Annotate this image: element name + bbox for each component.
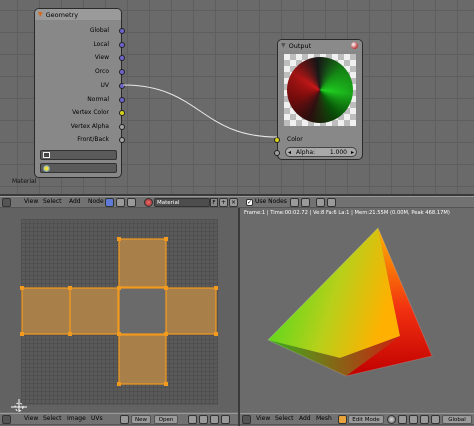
menu-uvs[interactable]: UVs <box>91 415 103 422</box>
mode-selector[interactable]: Edit Mode <box>348 415 384 424</box>
open-image-button[interactable]: Open <box>154 415 178 424</box>
rotate-icon[interactable] <box>431 415 440 424</box>
3d-viewport-header: View Select Add Mesh Edit Mode Global <box>240 413 474 425</box>
manipulator-icon[interactable] <box>409 415 418 424</box>
uv-sync-icon[interactable] <box>199 415 208 424</box>
material-browse-icon[interactable] <box>144 198 153 207</box>
uv-editor-header: View Select Image UVs New Open <box>0 413 238 425</box>
menu-view[interactable]: View <box>256 415 270 422</box>
menu-select[interactable]: Select <box>43 415 62 422</box>
uv-face-bottom[interactable] <box>118 334 167 385</box>
snap-icon[interactable] <box>290 198 299 207</box>
paste-icon[interactable] <box>327 198 336 207</box>
snap-mode-icon[interactable] <box>301 198 310 207</box>
menu-select[interactable]: Select <box>43 198 62 205</box>
pivot-point-icon[interactable] <box>398 415 407 424</box>
new-image-button[interactable]: New <box>131 415 151 424</box>
mode-icon[interactable] <box>338 415 347 424</box>
fake-user-button[interactable]: F <box>210 198 218 207</box>
uv-face-top[interactable] <box>118 238 167 288</box>
3d-viewport[interactable]: Frame:1 | Time:00:02.72 | Ve:8 Fa:6 La:1… <box>240 208 474 412</box>
menu-add[interactable]: Add <box>299 415 311 422</box>
menu-view[interactable]: View <box>24 415 38 422</box>
uv-layout[interactable] <box>0 208 238 412</box>
menu-node[interactable]: Node <box>88 198 104 205</box>
node-link-uv-to-color[interactable] <box>0 0 474 194</box>
uv-editor-canvas[interactable] <box>0 208 238 412</box>
add-material-icon[interactable]: + <box>219 198 228 207</box>
image-browse-icon[interactable] <box>120 415 129 424</box>
menu-mesh[interactable]: Mesh <box>316 415 332 422</box>
texture-nodes-icon[interactable] <box>116 198 125 207</box>
shader-nodes-icon[interactable] <box>105 198 114 207</box>
menu-image[interactable]: Image <box>67 415 86 422</box>
transform-orientation-selector[interactable]: Global <box>442 415 472 424</box>
uv-face-center[interactable] <box>118 287 167 335</box>
node-editor-header: View Select Add Node Material F + × ✓ Us… <box>0 196 474 208</box>
menu-select[interactable]: Select <box>275 415 294 422</box>
material-name-field[interactable]: Material <box>154 198 210 207</box>
uv-face-left[interactable] <box>21 287 71 335</box>
menu-add[interactable]: Add <box>69 198 81 205</box>
compositing-nodes-icon[interactable] <box>127 198 136 207</box>
translate-icon[interactable] <box>420 415 429 424</box>
uv-select-mode-icon[interactable] <box>210 415 219 424</box>
use-nodes-checkbox-icon[interactable]: ✓ <box>246 199 253 206</box>
sticky-select-icon[interactable] <box>221 415 230 424</box>
editor-type-icon[interactable] <box>2 415 11 424</box>
viewport-shading-icon[interactable] <box>387 415 396 424</box>
cube-face-left[interactable] <box>268 228 400 358</box>
unlink-material-icon[interactable]: × <box>229 198 238 207</box>
copy-icon[interactable] <box>316 198 325 207</box>
use-nodes-label: Use Nodes <box>255 198 287 205</box>
node-editor-canvas[interactable]: ▼ Geometry Global Local View Orco UV Nor… <box>0 0 474 194</box>
uv-face-mid-left[interactable] <box>69 287 119 335</box>
vertex-color-cube[interactable] <box>240 208 474 412</box>
uv-face-right[interactable] <box>165 287 217 335</box>
material-label: Material <box>12 178 37 185</box>
2d-cursor-icon[interactable] <box>11 399 27 412</box>
editor-type-icon[interactable] <box>2 198 11 207</box>
menu-view[interactable]: View <box>24 198 38 205</box>
pin-icon[interactable] <box>188 415 197 424</box>
editor-type-icon[interactable] <box>242 415 251 424</box>
